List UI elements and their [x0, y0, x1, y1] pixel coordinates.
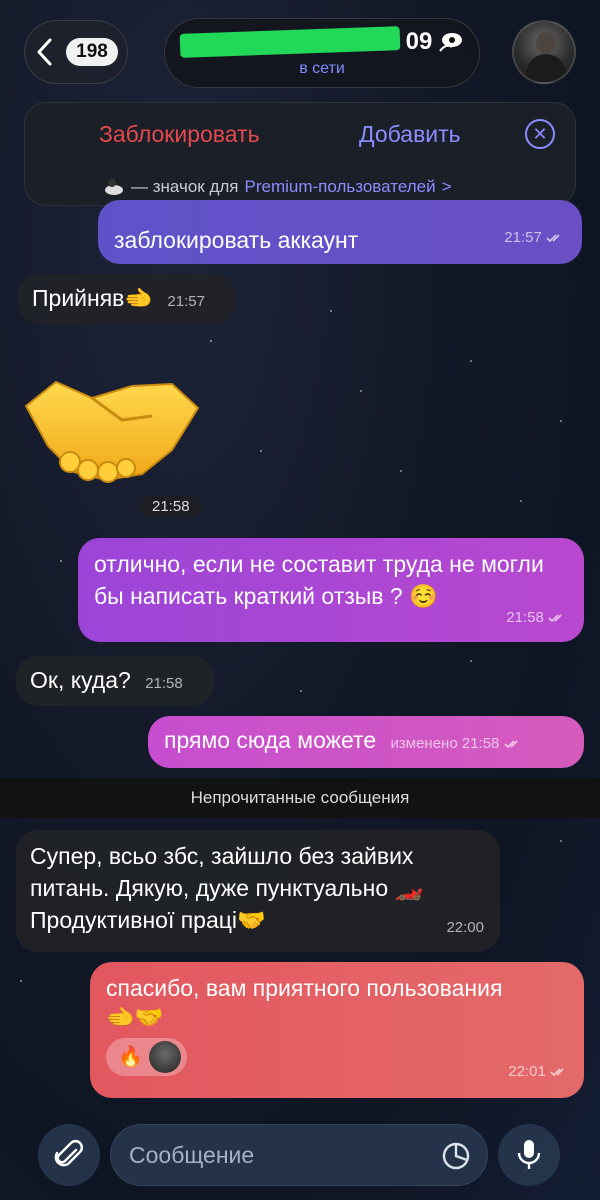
handshake-sticker[interactable]: [22, 376, 202, 486]
voice-message-button[interactable]: [498, 1124, 560, 1186]
microphone-icon: [517, 1140, 541, 1169]
message-text: прямо сюда можете: [164, 727, 377, 753]
sticker-time: 21:58: [140, 496, 202, 517]
message-time: 21:58: [145, 675, 183, 692]
message-text: Ок, куда?: [30, 667, 131, 693]
message-in[interactable]: Супер, всьо збс, зайшло без зайвих питан…: [16, 830, 500, 952]
message-text: Прийняв🫲: [32, 285, 154, 311]
message-text-line: спасибо, вам приятного пользования: [106, 975, 503, 1001]
message-input-container[interactable]: [110, 1124, 488, 1186]
unread-messages-divider: Непрочитанные сообщения: [0, 778, 600, 818]
divider-label: Непрочитанные сообщения: [190, 788, 410, 807]
message-time: 21:57: [504, 229, 542, 246]
close-icon: ✕: [532, 124, 548, 144]
chat-header: 198 09 в сети: [0, 0, 600, 100]
message-in[interactable]: Прийняв🫲 21:57: [18, 274, 236, 324]
message-time: 22:00: [446, 919, 484, 936]
back-button[interactable]: 198: [24, 20, 128, 84]
fire-reaction-icon: 🔥: [118, 1046, 143, 1068]
message-out[interactable]: отлично, если не составит труда не могли…: [78, 538, 584, 642]
unread-count-badge: 198: [66, 38, 118, 66]
message-text: отлично, если не составит труда не могли…: [94, 551, 544, 609]
message-edited-label: изменено: [390, 735, 458, 752]
message-text: заблокировать аккаунт: [114, 227, 359, 253]
message-time: 21:58: [506, 609, 544, 626]
message-time: 21:58: [461, 735, 500, 752]
chat-title-suffix: 09: [405, 28, 433, 55]
sticker-icon[interactable]: [441, 1141, 471, 1171]
message-text-line: 🫲🤝: [106, 1004, 164, 1030]
message-time: 22:01: [508, 1063, 546, 1080]
message-text-line: питань. Дякую, дуже пунктуально 🏎️: [30, 875, 424, 901]
read-ticks-icon: [550, 1068, 564, 1077]
attach-button[interactable]: [38, 1124, 100, 1186]
message-text-line: Продуктивної праці🤝: [30, 907, 266, 933]
message-out[interactable]: прямо сюда можете изменено 21:58: [148, 716, 584, 768]
premium-emoji-status-icon: [439, 33, 463, 52]
premium-info-text: — значок для: [131, 177, 239, 196]
paperclip-icon: [54, 1140, 83, 1167]
message-out[interactable]: спасибо, вам приятного пользования 🫲🤝 🔥 …: [90, 962, 584, 1098]
read-ticks-icon: [504, 740, 518, 749]
message-in[interactable]: Ок, куда? 21:58: [16, 656, 214, 706]
chat-title[interactable]: 09 в сети: [164, 18, 480, 88]
read-ticks-icon: [546, 234, 560, 243]
close-panel-button[interactable]: ✕: [525, 119, 555, 149]
contact-avatar[interactable]: [512, 20, 576, 84]
chevron-left-icon: [37, 38, 52, 66]
block-button[interactable]: Заблокировать: [99, 121, 260, 148]
message-text-line: Супер, всьо збс, зайшло без зайвих: [30, 843, 414, 869]
message-out[interactable]: заблокировать аккаунт 21:57: [98, 200, 582, 264]
read-ticks-icon: [548, 614, 562, 623]
reaction-pill[interactable]: 🔥: [106, 1038, 187, 1076]
censored-name: [179, 26, 400, 58]
reactor-avatar: [148, 1041, 181, 1073]
premium-info-row[interactable]: — значок для Premium-пользователей >: [103, 177, 452, 197]
add-contact-button[interactable]: Добавить: [359, 121, 461, 148]
premium-link[interactable]: Premium-пользователей: [245, 177, 436, 197]
message-time: 21:57: [167, 293, 205, 310]
message-input[interactable]: [129, 1125, 429, 1185]
chevron-right-icon: >: [441, 177, 452, 196]
premium-emoji-icon: [105, 179, 123, 195]
message-composer: [0, 1110, 600, 1200]
online-status: в сети: [299, 60, 345, 77]
add-block-panel: Заблокировать Добавить ✕ — значок для Pr…: [24, 102, 576, 206]
